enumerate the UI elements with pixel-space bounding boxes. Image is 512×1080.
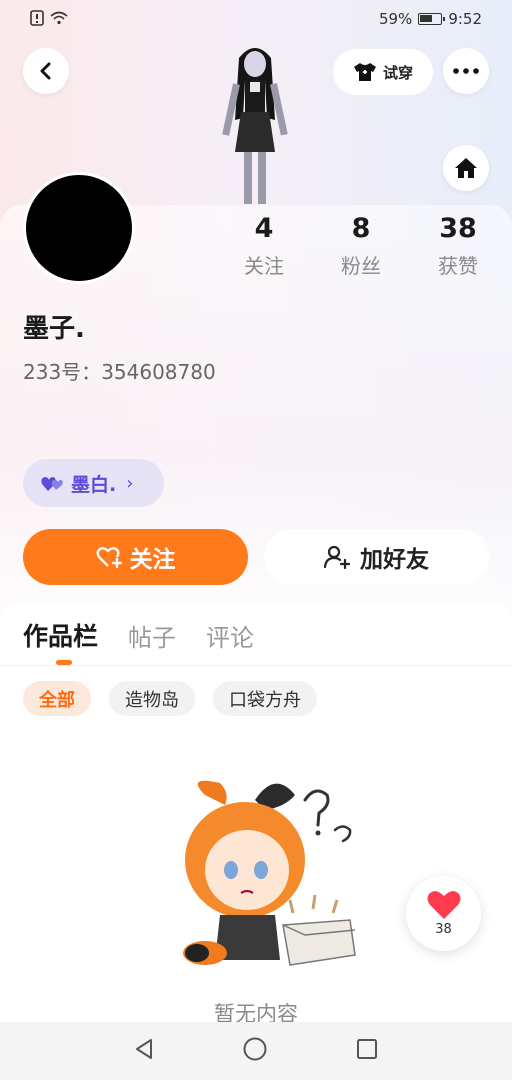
tshirt-icon [353,63,376,81]
chevron-right-icon: › [126,472,134,494]
battery-percent: 59% [378,10,413,28]
user-id-label: 233号： [23,360,102,384]
back-button[interactable] [23,48,69,94]
nav-back-button[interactable] [133,1037,155,1065]
stat-value: 8 [351,213,371,244]
filter-chips: 全部 造物岛 口袋方舟 [23,681,317,716]
clock: 9:52 [448,10,482,28]
double-heart-icon [41,477,63,491]
try-on-label: 试穿 [382,63,413,82]
empty-state-illustration [165,775,365,975]
stat-label: 关注 [244,254,284,278]
try-on-button[interactable]: 试穿 [333,49,433,95]
circle-home-icon [243,1037,267,1061]
user-id[interactable]: 233号：354608780 [23,356,216,385]
sim-alert-icon [30,10,44,30]
status-bar: 59% 9:52 [0,0,512,40]
home-button[interactable] [443,145,489,191]
avatar[interactable] [23,172,135,284]
nickname: 墨子. [23,314,85,344]
wifi-icon [50,11,68,29]
stat-value: 38 [439,213,477,244]
heart-icon [427,891,460,919]
stat-label: 粉丝 [341,254,381,278]
square-recents-icon [356,1039,377,1059]
heart-plus-icon [96,547,122,569]
stat-likes[interactable]: 38 获赞 [418,213,498,279]
chip-pocket-ark[interactable]: 口袋方舟 [213,681,317,716]
stat-label: 获赞 [438,254,478,278]
user-id-value: 354608780 [101,360,216,384]
follow-label: 关注 [129,547,176,573]
stat-value: 4 [254,213,274,244]
like-floating-button[interactable]: 38 [406,876,481,951]
add-user-icon [324,545,350,569]
follow-button[interactable]: 关注 [23,529,248,585]
more-button[interactable] [443,48,489,94]
home-icon [455,158,477,178]
add-friend-button[interactable]: 加好友 [264,529,489,585]
guild-label: 墨白. [71,473,117,496]
nav-home-button[interactable] [242,1036,268,1066]
add-friend-label: 加好友 [360,547,429,573]
guild-badge[interactable]: 墨白. › [23,459,164,507]
tab-divider [0,665,512,666]
battery-icon [418,13,446,25]
triangle-back-icon [136,1039,153,1059]
chip-creation-island[interactable]: 造物岛 [109,681,195,716]
more-dots-icon [453,68,479,74]
content-tabs: 作品栏 帖子 评论 [23,617,254,653]
chip-all[interactable]: 全部 [23,681,91,716]
avatar-3d-figure[interactable] [205,40,305,210]
system-navigation-bar [0,1022,512,1080]
stat-following[interactable]: 4 关注 [224,213,304,279]
tab-comments[interactable]: 评论 [206,618,254,653]
chevron-left-icon [40,62,51,80]
nav-recents-button[interactable] [355,1037,379,1065]
tab-posts[interactable]: 帖子 [128,618,176,653]
stat-followers[interactable]: 8 粉丝 [321,213,401,279]
like-count: 38 [435,922,452,937]
tab-works[interactable]: 作品栏 [23,617,98,653]
